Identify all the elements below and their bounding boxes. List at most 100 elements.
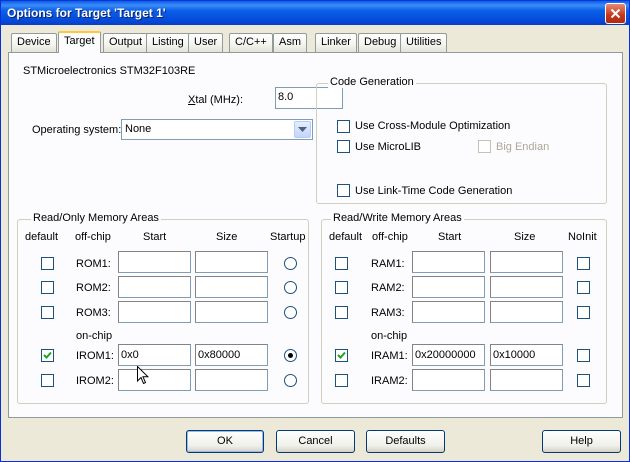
- tab-target[interactable]: Target: [58, 31, 101, 53]
- tab-output[interactable]: Output: [103, 33, 149, 52]
- iram2-size-input[interactable]: [490, 369, 563, 391]
- ok-button[interactable]: OK: [186, 430, 264, 453]
- irom1-startup-radio[interactable]: [284, 349, 297, 362]
- irom2-label: IROM2:: [76, 375, 114, 387]
- ram3-label: RAM3:: [371, 307, 405, 319]
- os-select-value: None: [125, 123, 152, 135]
- rom3-start-input[interactable]: [118, 301, 191, 323]
- ram-header-default: default: [329, 231, 363, 243]
- irom2-size-input[interactable]: [195, 369, 268, 391]
- ram2-default-checkbox[interactable]: [335, 281, 348, 294]
- ram-header-size: Size: [514, 231, 536, 243]
- tab-c-cpp[interactable]: C/C++: [229, 33, 273, 52]
- close-icon: [610, 8, 621, 19]
- ram1-start-input[interactable]: [412, 251, 485, 273]
- irom1-start-input[interactable]: 0x0: [118, 344, 191, 366]
- rom3-startup-radio[interactable]: [284, 306, 297, 319]
- iram1-default-checkbox[interactable]: [335, 349, 348, 362]
- ram1-default-checkbox[interactable]: [335, 257, 348, 270]
- rom-header-default: default: [25, 231, 59, 243]
- ram2-size-input[interactable]: [490, 276, 563, 298]
- rom-group-title: Read/Only Memory Areas: [31, 212, 161, 224]
- device-name: STMicroelectronics STM32F103RE: [23, 65, 196, 77]
- iram1-start-input[interactable]: 0x20000000: [412, 344, 485, 366]
- tab-asm[interactable]: Asm: [273, 33, 307, 52]
- title-bar[interactable]: Options for Target 'Target 1': [1, 1, 629, 25]
- iram2-default-checkbox[interactable]: [335, 374, 348, 387]
- checkmark-icon: [337, 351, 346, 359]
- cross-module-checkbox[interactable]: [337, 120, 350, 133]
- rom1-startup-radio[interactable]: [284, 257, 297, 270]
- rom2-startup-radio[interactable]: [284, 281, 297, 294]
- code-generation-title: Code Generation: [328, 76, 416, 88]
- irom1-label: IROM1:: [76, 350, 114, 362]
- ram3-start-input[interactable]: [412, 301, 485, 323]
- irom1-size-input[interactable]: 0x80000: [195, 344, 268, 366]
- big-endian-checkbox: [478, 140, 491, 153]
- target-tab-panel: STMicroelectronics STM32F103RE Xtal (MHz…: [8, 52, 623, 418]
- tab-debug[interactable]: Debug: [358, 33, 403, 52]
- iram2-noinit-checkbox[interactable]: [577, 374, 590, 387]
- rom1-size-input[interactable]: [195, 251, 268, 273]
- rom-header-start: Start: [143, 231, 167, 243]
- ram2-label: RAM2:: [371, 282, 405, 294]
- rom2-start-input[interactable]: [118, 276, 191, 298]
- rom2-size-input[interactable]: [195, 276, 268, 298]
- rom-header-startup: Startup: [270, 231, 306, 243]
- microlib-label: Use MicroLIB: [355, 141, 422, 153]
- ram-header-offchip: off-chip: [372, 231, 408, 243]
- mouse-pointer-icon: [137, 366, 149, 385]
- ram1-noinit-checkbox[interactable]: [577, 257, 590, 270]
- chevron-down-icon: [298, 126, 307, 132]
- ram-onchip-label: on-chip: [371, 330, 408, 342]
- link-time-label: Use Link-Time Code Generation: [355, 185, 513, 197]
- ram-group-title: Read/Write Memory Areas: [331, 212, 464, 224]
- irom2-start-input[interactable]: [118, 369, 191, 391]
- ram-header-start: Start: [438, 231, 462, 243]
- ram3-size-input[interactable]: [490, 301, 563, 323]
- rom-header-offchip: off-chip: [75, 231, 111, 243]
- xtal-label: Xtal (MHz):: [188, 94, 243, 106]
- rom2-label: ROM2:: [76, 282, 111, 294]
- ram2-noinit-checkbox[interactable]: [577, 281, 590, 294]
- xtal-label-rest: tal (MHz):: [195, 94, 244, 106]
- ram1-label: RAM1:: [371, 258, 405, 270]
- microlib-checkbox[interactable]: [337, 140, 350, 153]
- cancel-button[interactable]: Cancel: [276, 430, 355, 453]
- dropdown-button[interactable]: [294, 121, 311, 138]
- irom1-default-checkbox[interactable]: [41, 349, 54, 362]
- iram1-label: IRAM1:: [371, 350, 408, 362]
- iram1-noinit-checkbox[interactable]: [577, 349, 590, 362]
- ram3-noinit-checkbox[interactable]: [577, 306, 590, 319]
- rom3-default-checkbox[interactable]: [41, 306, 54, 319]
- iram2-label: IRAM2:: [371, 375, 408, 387]
- os-select[interactable]: None: [121, 119, 313, 140]
- rom3-size-input[interactable]: [195, 301, 268, 323]
- tab-linker[interactable]: Linker: [315, 33, 357, 52]
- big-endian-label: Big Endian: [496, 141, 550, 153]
- irom2-startup-radio[interactable]: [284, 374, 297, 387]
- close-button[interactable]: [605, 3, 626, 24]
- rom1-default-checkbox[interactable]: [41, 257, 54, 270]
- options-dialog: Options for Target 'Target 1' Device Tar…: [0, 0, 630, 462]
- rom2-default-checkbox[interactable]: [41, 281, 54, 294]
- checkmark-icon: [43, 351, 52, 359]
- ram3-default-checkbox[interactable]: [335, 306, 348, 319]
- irom2-default-checkbox[interactable]: [41, 374, 54, 387]
- tab-utilities[interactable]: Utilities: [400, 33, 448, 52]
- iram2-start-input[interactable]: [412, 369, 485, 391]
- rom1-start-input[interactable]: [118, 251, 191, 273]
- ram1-size-input[interactable]: [490, 251, 563, 273]
- rom-header-size: Size: [216, 231, 238, 243]
- tab-user[interactable]: User: [188, 33, 224, 52]
- defaults-button[interactable]: Defaults: [366, 430, 445, 453]
- iram1-size-input[interactable]: 0x10000: [490, 344, 563, 366]
- ram2-start-input[interactable]: [412, 276, 485, 298]
- rom1-label: ROM1:: [76, 258, 111, 270]
- rom-onchip-label: on-chip: [76, 330, 113, 342]
- tab-device[interactable]: Device: [11, 33, 57, 52]
- tab-listing[interactable]: Listing: [146, 33, 190, 52]
- link-time-checkbox[interactable]: [337, 184, 350, 197]
- help-button[interactable]: Help: [542, 430, 621, 453]
- rom3-label: ROM3:: [76, 307, 111, 319]
